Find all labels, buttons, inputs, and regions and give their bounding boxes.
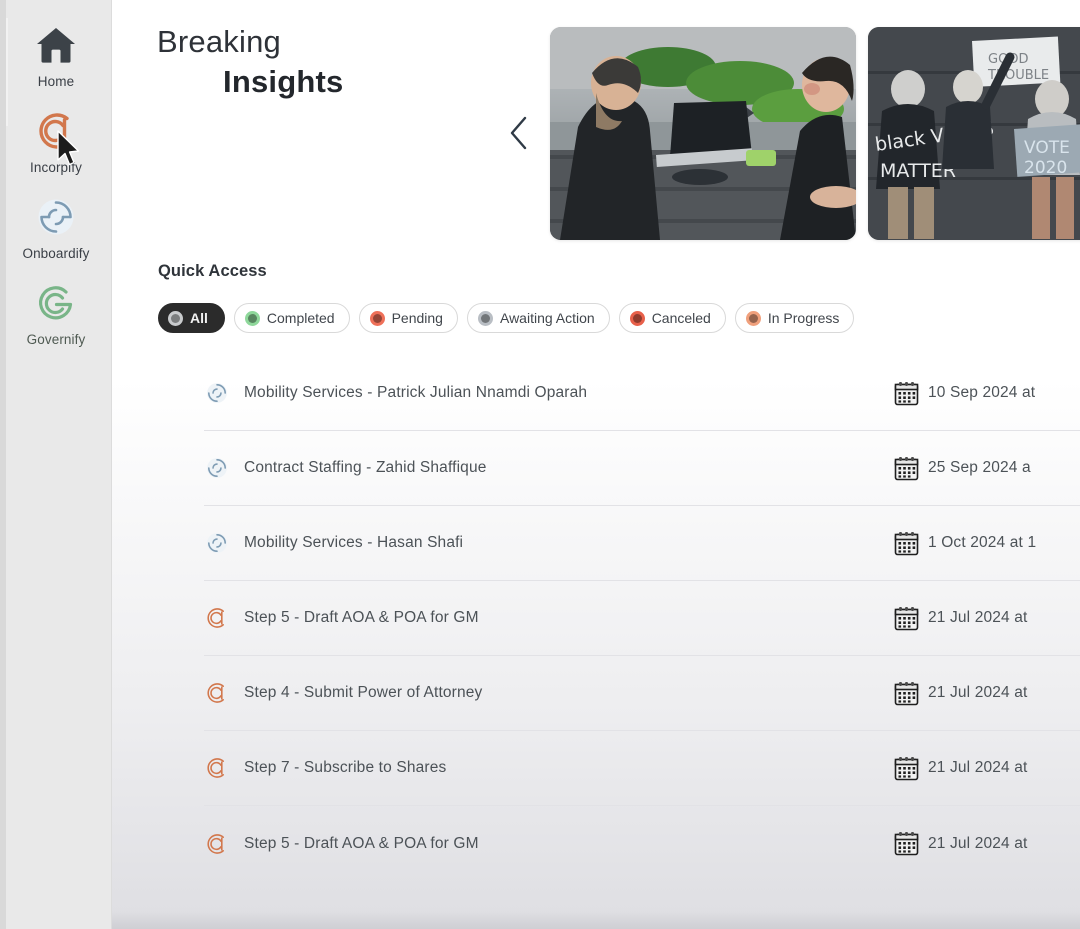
list-item-date: 21 Jul 2024 at: [894, 831, 1080, 856]
calendar-icon: [894, 756, 919, 781]
list-item[interactable]: Step 5 - Draft AOA & POA for GM 21 Jul 2…: [204, 581, 1080, 656]
list-item-date: 25 Sep 2024 a: [894, 456, 1080, 481]
sidebar-item-incorpify[interactable]: Incorpify: [0, 108, 112, 194]
list-item[interactable]: Step 5 - Draft AOA & POA for GM 21 Jul 2…: [204, 806, 1080, 881]
sidebar-item-governify[interactable]: Governify: [0, 280, 112, 366]
list-item-date: 1 Oct 2024 at 1: [894, 531, 1080, 556]
list-item-date: 21 Jul 2024 at: [894, 606, 1080, 631]
status-dot-icon: [629, 310, 645, 326]
filter-chip-label: In Progress: [767, 310, 840, 326]
app-window: Home Incorpify Onboardify Governify Brea…: [0, 0, 1080, 929]
list-item-label: Mobility Services - Patrick Julian Nnamd…: [244, 384, 588, 401]
quick-access-section: Quick Access All Completed Pending Await…: [112, 262, 1080, 881]
list-item-label: Contract Staffing - Zahid Shaffique: [244, 459, 487, 476]
filter-chip-pending[interactable]: Pending: [358, 303, 458, 333]
filter-chip-in-progress[interactable]: In Progress: [734, 303, 855, 333]
incorpify-logo-icon: [204, 755, 230, 781]
onboardify-logo-icon: [204, 530, 230, 556]
list-item-date-text: 25 Sep 2024 a: [928, 459, 1031, 476]
list-item-date: 21 Jul 2024 at: [894, 681, 1080, 706]
calendar-icon: [894, 456, 919, 481]
filter-chip-label: Awaiting Action: [499, 310, 595, 326]
main-content: Breaking Insights TROUBLE black VOTES MA…: [112, 0, 1080, 929]
list-item[interactable]: Step 4 - Submit Power of Attorney 21 Jul…: [204, 656, 1080, 731]
filter-chip-label: Pending: [391, 310, 443, 326]
news-carousel: GOOD TROUBLE black VOTES MATTER: [500, 18, 1080, 248]
list-item-label: Step 5 - Draft AOA & POA for GM: [244, 834, 479, 852]
sidebar-item-onboardify[interactable]: Onboardify: [0, 194, 112, 280]
filter-chip-label: Canceled: [651, 310, 711, 326]
list-item-date-text: 1 Oct 2024 at 1: [928, 534, 1037, 551]
quick-access-title: Quick Access: [158, 262, 267, 280]
status-dot-icon: [168, 310, 183, 326]
list-item-date: 10 Sep 2024 at: [894, 381, 1080, 406]
home-icon: [33, 22, 79, 68]
svg-text:VOTE: VOTE: [1024, 138, 1070, 158]
onboardify-logo-icon: [204, 380, 230, 406]
filter-chip-label: Completed: [266, 310, 335, 326]
filter-chip-canceled[interactable]: Canceled: [618, 303, 726, 333]
onboardify-logo-icon: [33, 194, 79, 240]
list-item-date-text: 21 Jul 2024 at: [928, 834, 1028, 852]
filter-chip-label: All: [190, 310, 208, 326]
incorpify-logo-icon: [204, 680, 230, 706]
page-title: Breaking Insights: [157, 22, 497, 102]
list-item-label: Step 4 - Submit Power of Attorney: [244, 684, 483, 701]
list-item-date-text: 10 Sep 2024 at: [928, 384, 1036, 401]
calendar-icon: [894, 681, 919, 706]
filter-chip-completed[interactable]: Completed: [233, 303, 350, 333]
list-item[interactable]: Step 7 - Subscribe to Shares 21 Jul 2024…: [204, 731, 1080, 806]
svg-text:2020: 2020: [1024, 158, 1067, 178]
incorpify-logo-icon: [204, 605, 230, 631]
status-dot-icon: [477, 310, 493, 326]
list-item-date-text: 21 Jul 2024 at: [928, 609, 1028, 626]
sidebar-item-label: Incorpify: [30, 160, 82, 175]
list-item-date-text: 21 Jul 2024 at: [928, 684, 1028, 701]
calendar-icon: [894, 606, 919, 631]
page-title-line-1: Breaking: [157, 24, 281, 59]
status-dot-icon: [369, 310, 385, 326]
sidebar-item-label: Home: [37, 74, 75, 89]
list-item-label: Step 5 - Draft AOA & POA for GM: [244, 609, 479, 626]
page-title-line-2: Insights: [223, 64, 344, 99]
list-item-label: Mobility Services - Hasan Shafi: [244, 534, 464, 551]
quick-access-list: Mobility Services - Patrick Julian Nnamd…: [204, 356, 1080, 881]
incorpify-logo-icon: [33, 108, 79, 154]
chevron-left-icon[interactable]: [500, 103, 538, 163]
list-item[interactable]: Mobility Services - Hasan Shafi 1 Oct 20…: [204, 506, 1080, 581]
filter-chip-all[interactable]: All: [158, 303, 225, 333]
carousel-slide-2[interactable]: GOOD TROUBLE black VOTES MATTER: [868, 26, 1080, 240]
sidebar-item-label: Onboardify: [22, 246, 90, 261]
list-item-label: Step 7 - Subscribe to Shares: [244, 759, 447, 776]
onboardify-logo-icon: [204, 455, 230, 481]
list-item-date-text: 21 Jul 2024 at: [928, 759, 1028, 776]
governify-logo-icon: [33, 280, 79, 326]
list-item[interactable]: Mobility Services - Patrick Julian Nnamd…: [204, 356, 1080, 431]
status-dot-icon: [745, 310, 761, 326]
sidebar-item-home[interactable]: Home: [0, 22, 112, 108]
sidebar-item-label: Governify: [26, 332, 86, 347]
incorpify-logo-icon: [204, 831, 230, 857]
filter-chip-awaiting-action[interactable]: Awaiting Action: [466, 303, 610, 333]
list-item-date: 21 Jul 2024 at: [894, 756, 1080, 781]
status-dot-icon: [244, 310, 260, 326]
calendar-icon: [894, 831, 919, 856]
status-filter-chips: All Completed Pending Awaiting Action Ca…: [158, 303, 1080, 333]
calendar-icon: [894, 381, 919, 406]
carousel-slide-1[interactable]: [550, 26, 856, 240]
bottom-fade-overlay: [112, 911, 1080, 929]
sidebar: Home Incorpify Onboardify Governify: [0, 0, 112, 929]
breaking-insights-section: Breaking Insights TROUBLE black VOTES MA…: [112, 0, 1080, 262]
list-item[interactable]: Contract Staffing - Zahid Shaffique 25 S…: [204, 431, 1080, 506]
calendar-icon: [894, 531, 919, 556]
